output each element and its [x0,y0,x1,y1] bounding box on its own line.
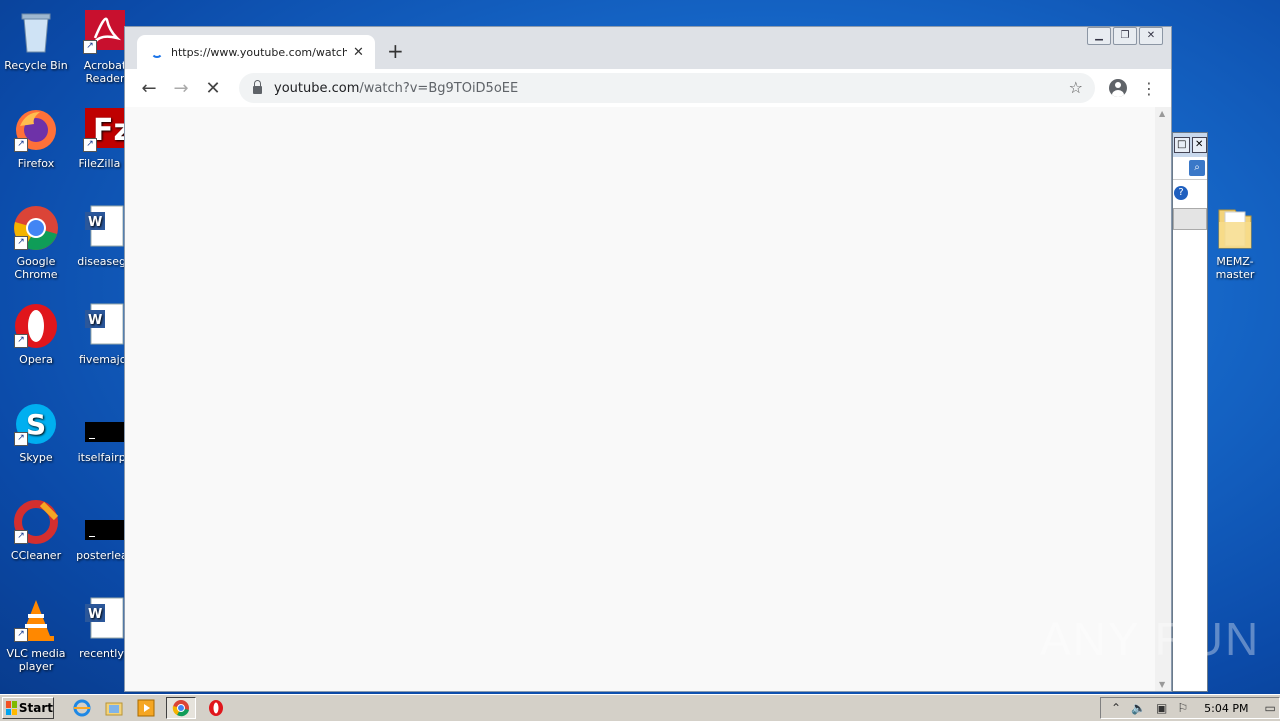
kebab-menu-icon[interactable]: ⋮ [1141,79,1157,98]
filezilla-icon: Fz ↗ [81,106,131,154]
desktop-icon-vlc[interactable]: ↗ VLC media player [1,596,71,673]
desktop-icon-label: Opera [19,353,53,366]
internet-explorer-icon[interactable] [70,698,94,718]
desktop-icon-label: Firefox [17,157,55,170]
stop-loading-icon[interactable]: ✕ [197,78,229,99]
vertical-scrollbar[interactable]: ▲ ▼ [1155,107,1171,691]
volume-icon[interactable]: 🔈 [1131,701,1146,715]
shortcut-arrow-icon: ↗ [14,236,28,250]
action-center-flag-icon[interactable]: ⚐ [1177,701,1188,715]
start-label: Start [18,701,53,715]
word-document-icon: W [81,596,129,644]
shortcut-arrow-icon: ↗ [14,530,28,544]
shortcut-arrow-icon: ↗ [14,628,28,642]
shortcut-arrow-icon: ↗ [14,334,28,348]
opera-icon: ↗ [12,302,60,350]
svg-text:W: W [88,313,102,328]
show-hidden-icons-chevron-icon[interactable]: ⌃ [1111,701,1121,715]
page-content[interactable] [125,107,1155,691]
search-icon[interactable]: ⌕ [1189,160,1205,176]
start-button[interactable]: Start [2,697,54,719]
ccleaner-icon: ↗ [12,498,60,546]
desktop-icon-ccleaner[interactable]: ↗ CCleaner [1,498,71,562]
chrome-taskbar-button[interactable] [166,697,196,719]
clock[interactable]: 5:04 PM [1204,702,1248,715]
background-window-titlebar: □ ✕ [1173,133,1207,157]
background-window[interactable]: □ ✕ ⌕ ? [1172,132,1208,692]
desktop-icon-chrome[interactable]: ↗ Google Chrome [1,204,71,281]
new-tab-button[interactable]: + [387,39,404,63]
forward-arrow-icon[interactable]: → [165,78,197,99]
background-window-header [1173,208,1207,230]
shortcut-arrow-icon: ↗ [83,40,97,54]
shortcut-arrow-icon: ↗ [14,432,28,446]
network-icon[interactable]: ▣ [1156,701,1167,715]
window-controls: ▁ ❐ ✕ [1087,27,1163,45]
desktop-icon-label: Google Chrome [14,255,58,281]
maximize-icon[interactable]: □ [1174,137,1190,153]
desktop-icon-skype[interactable]: S ↗ Skype [1,400,71,464]
desktop-icon-label: VLC media player [6,647,66,673]
restore-icon[interactable]: ❐ [1113,27,1137,45]
anyrun-watermark: ANY RUN [1040,613,1261,665]
desktop-icon-label: CCleaner [10,549,62,562]
minimize-icon[interactable]: ▁ [1087,27,1111,45]
console-file-icon [81,498,129,546]
close-icon[interactable]: ✕ [1139,27,1163,45]
recycle-bin-icon [12,8,60,56]
desktop-icon-recycle-bin[interactable]: Recycle Bin [1,8,71,72]
skype-icon: S ↗ [12,400,60,448]
svg-text:W: W [88,215,102,230]
desktop-icon-firefox[interactable]: ↗ Firefox [1,106,71,170]
media-player-icon[interactable] [134,698,158,718]
desktop-icon-label: MEMZ-master [1215,255,1255,281]
loading-spinner-icon [151,46,163,58]
lock-icon [253,80,262,94]
account-avatar-icon[interactable] [1109,79,1127,97]
address-bar-url[interactable]: youtube.com/watch?v=Bg9TOiD5oEE [274,81,518,96]
back-arrow-icon[interactable]: ← [133,78,165,99]
chrome-icon: ↗ [12,204,60,252]
firefox-icon: ↗ [12,106,60,154]
windows-logo-icon [6,701,17,715]
acrobat-icon: ↗ [81,8,129,56]
folder-icon [1211,204,1259,252]
address-bar[interactable]: youtube.com/watch?v=Bg9TOiD5oEE ☆ [239,73,1095,103]
svg-text:W: W [88,607,102,622]
opera-taskbar-icon[interactable] [204,698,228,718]
url-path: /watch?v=Bg9TOiD5oEE [359,80,519,96]
svg-text:S: S [26,408,46,441]
scroll-down-icon[interactable]: ▼ [1159,680,1165,689]
desktop-icon-label: Recycle Bin [4,59,68,72]
tab-youtube[interactable]: https://www.youtube.com/watch?v=Bg9TOiD5… [137,35,375,69]
word-document-icon: W [81,204,129,252]
tab-close-icon[interactable]: ✕ [353,45,364,60]
vlc-icon: ↗ [12,596,60,644]
shortcut-arrow-icon: ↗ [83,138,97,152]
desktop-icon-opera[interactable]: ↗ Opera [1,302,71,366]
url-host: youtube.com [274,80,360,96]
scroll-up-icon[interactable]: ▲ [1159,109,1165,118]
chrome-window[interactable]: https://www.youtube.com/watch?v=Bg9TOiD5… [124,26,1172,692]
tab-title: https://www.youtube.com/watch?v=Bg9TOiD5… [171,45,347,59]
background-window-search-bar: ⌕ [1173,157,1207,180]
bookmark-star-icon[interactable]: ☆ [1069,78,1083,97]
background-window-help-row: ? [1173,180,1207,208]
browser-toolbar: ← → ✕ youtube.com/watch?v=Bg9TOiD5oEE ☆ … [125,69,1171,108]
file-explorer-icon[interactable] [102,698,126,718]
word-document-icon: W [81,302,129,350]
console-file-icon [81,400,129,448]
system-tray: ⌃ 🔈 ▣ ⚐ 5:04 PM ▭ [1100,697,1280,719]
close-icon[interactable]: ✕ [1191,137,1207,153]
shortcut-arrow-icon: ↗ [14,138,28,152]
desktop-icon-label: Skype [19,451,53,464]
help-icon[interactable]: ? [1174,186,1188,200]
show-desktop-icon[interactable]: ▭ [1264,701,1275,715]
desktop-icon-memz-folder[interactable]: MEMZ-master [1200,204,1270,281]
taskbar: Start ⌃ 🔈 ▣ ⚐ 5:04 PM ▭ [0,694,1280,721]
tab-strip: https://www.youtube.com/watch?v=Bg9TOiD5… [125,27,1171,69]
